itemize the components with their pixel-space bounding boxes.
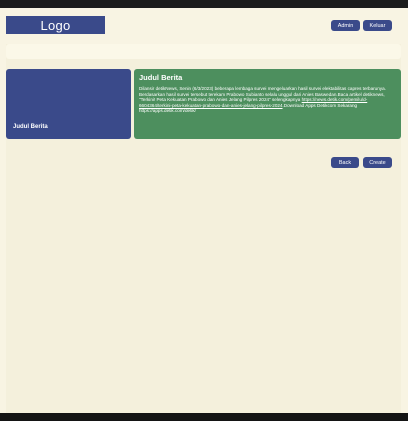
content-panel: Judul Berita Judul Berita Dilansir detik… [6,44,401,414]
page: Logo Admin Keluar Judul Berita Judul Ber… [0,8,408,414]
admin-button[interactable]: Admin [331,20,360,31]
news-card[interactable]: Judul Berita Judul Berita Dilansir detik… [6,69,401,139]
header: Logo Admin Keluar [0,8,408,42]
top-strip [0,0,408,8]
news-card-image-title: Judul Berita [13,124,48,130]
logout-button[interactable]: Keluar [363,20,392,31]
sub-bar [6,44,401,59]
back-button[interactable]: Back [331,157,359,168]
news-card-title: Judul Berita [139,73,183,82]
logo: Logo [6,16,105,34]
create-button[interactable]: Create [363,157,392,168]
bottom-strip [0,413,408,421]
news-card-body: Judul Berita Dilansir detikNews, Senin (… [134,69,401,139]
news-card-image: Judul Berita [6,69,131,139]
news-card-text: Dilansir detikNews, Senin (6/3/2023) beb… [139,86,396,114]
